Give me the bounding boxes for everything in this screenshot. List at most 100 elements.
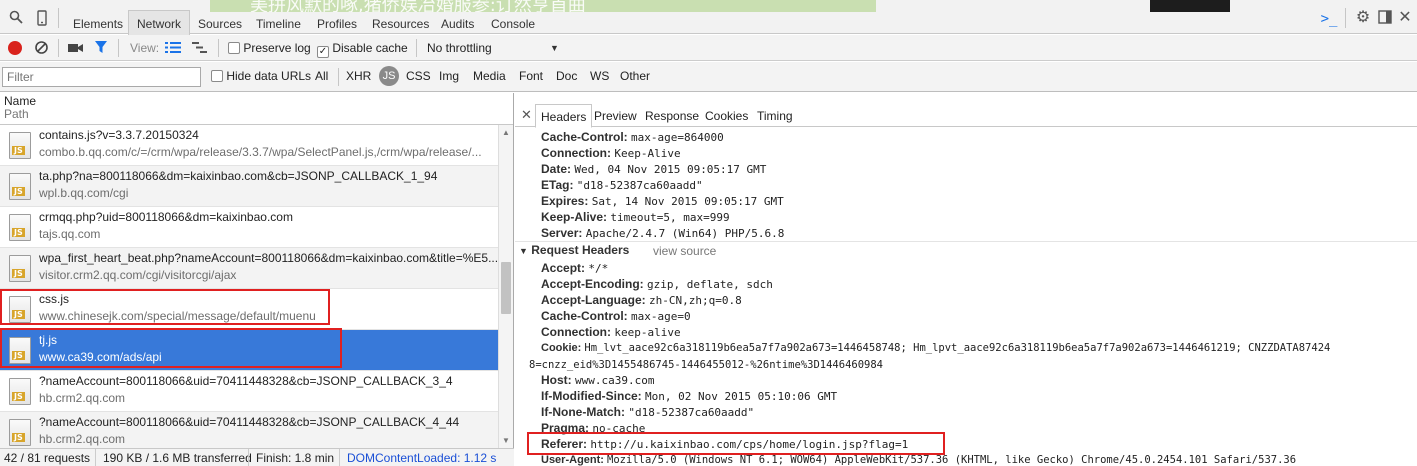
header-line: If-None-Match: "d18-52387ca60aadd" bbox=[541, 405, 755, 419]
overview-icon[interactable] bbox=[192, 41, 208, 57]
request-name: crmqq.php?uid=800118066&dm=kaixinbao.com bbox=[39, 210, 293, 224]
divider bbox=[339, 449, 340, 466]
filter-type-media[interactable]: Media bbox=[473, 69, 506, 83]
js-file-icon: JS bbox=[9, 255, 31, 282]
scroll-down-icon[interactable]: ▼ bbox=[502, 436, 510, 445]
column-name: Name bbox=[4, 94, 37, 108]
request-name: wpa_first_heart_beat.php?nameAccount=800… bbox=[39, 251, 498, 265]
triangle-down-icon: ▼ bbox=[519, 246, 528, 256]
divider bbox=[218, 39, 219, 57]
request-row[interactable]: JS crmqq.php?uid=800118066&dm=kaixinbao.… bbox=[0, 207, 498, 248]
view-label: View: bbox=[130, 41, 160, 55]
tab-timing[interactable]: Timing bbox=[757, 109, 793, 123]
request-name: ?nameAccount=800118066&uid=70411448328&c… bbox=[39, 415, 460, 429]
tab-sources[interactable]: Sources bbox=[189, 12, 251, 34]
tab-audits[interactable]: Audits bbox=[432, 12, 483, 34]
request-list-panel: Name Path JS contains.js?v=3.3.7.2015032… bbox=[0, 93, 514, 448]
filter-type-all[interactable]: All bbox=[315, 69, 328, 83]
filter-type-xhr[interactable]: XHR bbox=[346, 69, 371, 83]
header-line: Connection: keep-alive bbox=[541, 325, 681, 339]
divider bbox=[515, 241, 1417, 242]
filter-type-js[interactable]: JS bbox=[379, 66, 399, 86]
page-banner: 美拼风默的啄,猪侨娱冶婚服参:订然亨首曲 bbox=[210, 0, 876, 12]
devtools-tabbar: 美拼风默的啄,猪侨娱冶婚服参:订然亨首曲 Elements Network So… bbox=[0, 0, 1417, 35]
search-icon[interactable] bbox=[8, 10, 24, 26]
tab-cookies[interactable]: Cookies bbox=[705, 109, 748, 123]
console-drawer-icon[interactable]: >_ bbox=[1320, 11, 1338, 27]
transferred-size: 190 KB / 1.6 MB transferred bbox=[103, 451, 252, 465]
request-headers-section[interactable]: ▼ Request Headers bbox=[519, 243, 629, 257]
preserve-log-checkbox[interactable]: Preserve log bbox=[228, 41, 311, 55]
header-line: If-Modified-Since: Mon, 02 Nov 2015 05:1… bbox=[541, 389, 838, 403]
camera-icon[interactable] bbox=[68, 42, 84, 57]
record-icon[interactable] bbox=[8, 41, 22, 55]
checkbox-icon bbox=[211, 70, 223, 82]
js-file-icon: JS bbox=[9, 132, 31, 159]
filter-type-img[interactable]: Img bbox=[439, 69, 459, 83]
header-line: Accept-Language: zh-CN,zh;q=0.8 bbox=[541, 293, 742, 307]
status-bar: 42 / 81 requests 190 KB / 1.6 MB transfe… bbox=[0, 448, 514, 466]
filter-icon[interactable] bbox=[94, 40, 108, 58]
filter-type-ws[interactable]: WS bbox=[590, 69, 609, 83]
close-icon[interactable]: ✕ bbox=[521, 107, 532, 123]
hide-data-urls-label: Hide data URLs bbox=[226, 69, 312, 83]
header-line: Cookie: Hm_lvt_aace92c6a318119b6ea5a7f7a… bbox=[541, 342, 1331, 354]
header-line: Server: Apache/2.4.7 (Win64) PHP/5.6.8 bbox=[541, 226, 785, 240]
highlight-box bbox=[0, 328, 342, 368]
js-file-icon: JS bbox=[9, 419, 31, 446]
tab-profiles[interactable]: Profiles bbox=[308, 12, 366, 34]
throttling-value: No throttling bbox=[427, 41, 492, 55]
filter-type-other[interactable]: Other bbox=[620, 69, 650, 83]
large-rows-icon[interactable] bbox=[165, 41, 181, 57]
tab-headers[interactable]: Headers bbox=[535, 104, 593, 128]
divider bbox=[1345, 8, 1346, 28]
highlight-box bbox=[527, 432, 945, 455]
request-row[interactable]: JS ?nameAccount=800118066&uid=7041144832… bbox=[0, 371, 498, 412]
tab-timeline[interactable]: Timeline bbox=[247, 12, 310, 34]
column-path: Path bbox=[4, 107, 29, 121]
filter-type-doc[interactable]: Doc bbox=[556, 69, 577, 83]
column-header[interactable]: Name Path bbox=[0, 93, 513, 125]
tab-console[interactable]: Console bbox=[482, 12, 544, 34]
tab-response[interactable]: Response bbox=[645, 109, 699, 123]
chevron-down-icon: ▼ bbox=[550, 43, 559, 53]
header-line: Accept: */* bbox=[541, 261, 609, 275]
tab-resources[interactable]: Resources bbox=[363, 12, 438, 34]
close-icon[interactable]: ✕ bbox=[1397, 10, 1413, 26]
tab-preview[interactable]: Preview bbox=[594, 109, 637, 123]
preserve-log-label: Preserve log bbox=[243, 41, 311, 55]
filter-input[interactable] bbox=[2, 67, 201, 87]
request-row[interactable]: JS ta.php?na=800118066&dm=kaixinbao.com&… bbox=[0, 166, 498, 207]
clear-icon[interactable] bbox=[34, 40, 49, 58]
request-row[interactable]: JS wpa_first_heart_beat.php?nameAccount=… bbox=[0, 248, 498, 289]
hide-data-urls-checkbox[interactable]: Hide data URLs bbox=[211, 69, 311, 83]
js-file-icon: JS bbox=[9, 378, 31, 405]
header-line: Accept-Encoding: gzip, deflate, sdch bbox=[541, 277, 773, 291]
scroll-up-icon[interactable]: ▲ bbox=[502, 128, 510, 137]
divider bbox=[58, 8, 59, 28]
request-path: combo.b.qq.com/c/=/crm/wpa/release/3.3.7… bbox=[39, 145, 482, 159]
network-toolbar: View: Preserve log ✓ Disable cache No th… bbox=[0, 35, 1417, 61]
request-path: tajs.qq.com bbox=[39, 227, 101, 241]
request-name: contains.js?v=3.3.7.20150324 bbox=[39, 128, 199, 142]
checkmark-icon: ✓ bbox=[317, 46, 329, 58]
filter-type-css[interactable]: CSS bbox=[406, 69, 431, 83]
request-row[interactable]: JS ?nameAccount=800118066&uid=7041144832… bbox=[0, 412, 498, 448]
tab-elements[interactable]: Elements bbox=[64, 12, 132, 34]
device-mode-icon[interactable] bbox=[34, 10, 50, 26]
view-source-link[interactable]: view source bbox=[653, 244, 716, 258]
dock-icon[interactable] bbox=[1377, 10, 1393, 26]
scrollbar-thumb[interactable] bbox=[501, 262, 511, 314]
highlight-box bbox=[0, 289, 330, 325]
header-line: Date: Wed, 04 Nov 2015 09:05:17 GMT bbox=[541, 162, 767, 176]
gear-icon[interactable]: ⚙ bbox=[1355, 10, 1371, 26]
request-detail-panel: ✕ Headers Preview Response Cookies Timin… bbox=[515, 93, 1417, 466]
divider bbox=[248, 449, 249, 466]
request-row[interactable]: JS contains.js?v=3.3.7.20150324 combo.b.… bbox=[0, 125, 498, 166]
tab-network[interactable]: Network bbox=[128, 10, 191, 35]
throttling-select[interactable]: No throttling ▼ bbox=[427, 41, 562, 55]
disable-cache-checkbox[interactable]: ✓ Disable cache bbox=[317, 41, 408, 58]
header-line: Keep-Alive: timeout=5, max=999 bbox=[541, 210, 730, 224]
js-file-icon: JS bbox=[9, 173, 31, 200]
filter-type-font[interactable]: Font bbox=[519, 69, 543, 83]
